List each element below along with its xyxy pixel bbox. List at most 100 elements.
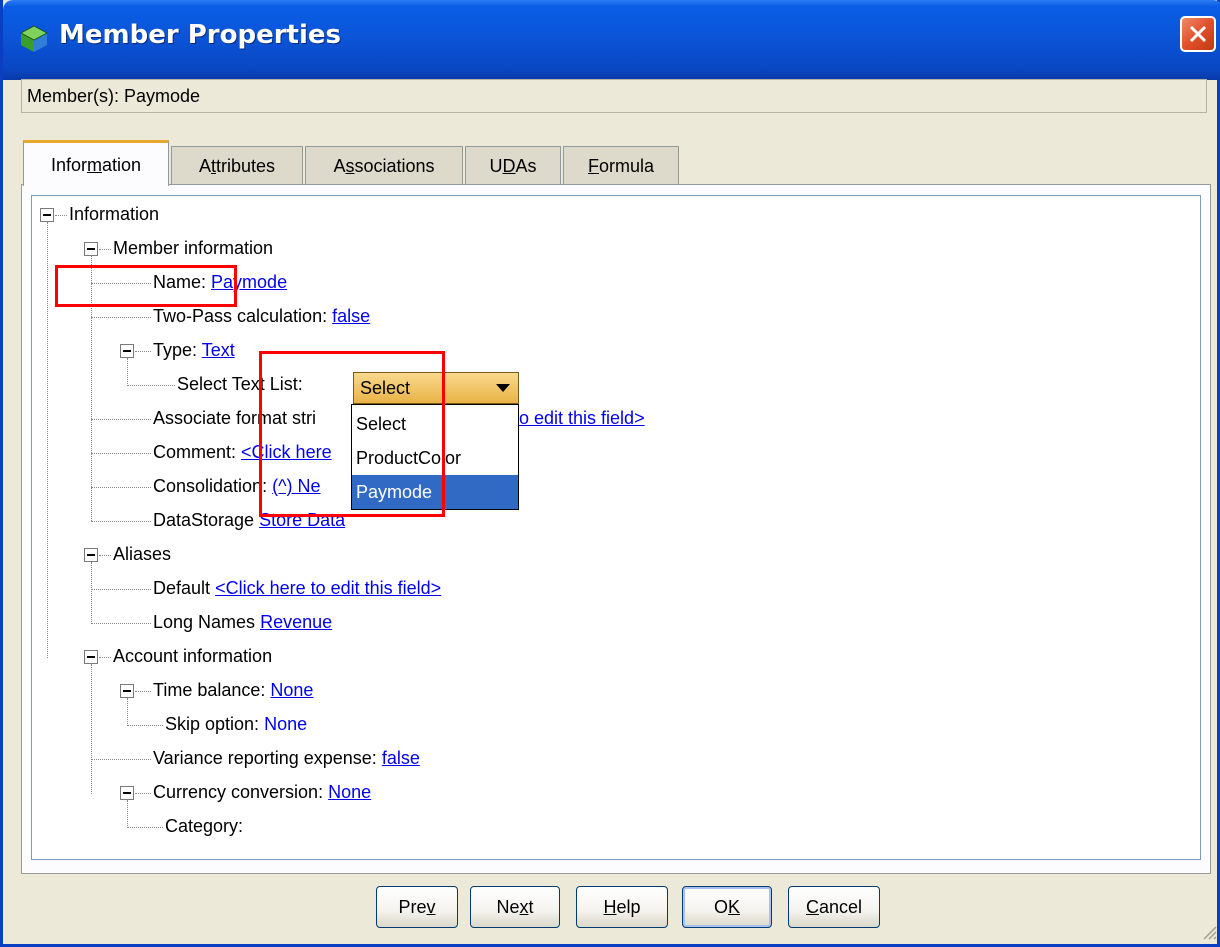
tab-text: As bbox=[515, 156, 537, 176]
property-label: Comment: bbox=[153, 442, 237, 462]
tree-connector bbox=[135, 351, 151, 352]
tab-formula[interactable]: Formula bbox=[563, 146, 679, 184]
tree-connector bbox=[91, 521, 151, 522]
member-cube-icon bbox=[20, 25, 48, 52]
button-text: Ne bbox=[496, 897, 520, 917]
associate-format-value-link[interactable]: o edit this field> bbox=[519, 408, 645, 429]
button-text: O bbox=[713, 897, 728, 917]
button-mnemonic: H bbox=[603, 897, 617, 917]
tree-connector bbox=[99, 555, 111, 556]
tree-connector bbox=[99, 249, 111, 250]
tree-connector bbox=[55, 215, 67, 216]
collapse-toggle-icon[interactable] bbox=[84, 650, 98, 664]
tree-connector bbox=[135, 793, 151, 794]
node-label: Member information bbox=[113, 238, 274, 258]
button-mnemonic: K bbox=[728, 897, 741, 917]
tree-connector bbox=[91, 419, 151, 420]
tree-node-currency-conversion: Currency conversion: None bbox=[153, 782, 371, 803]
variance-reporting-value-link[interactable]: false bbox=[382, 748, 420, 768]
tab-text: A bbox=[198, 156, 211, 176]
tree-node-time-balance: Time balance: None bbox=[153, 680, 313, 701]
tree-connector bbox=[91, 487, 151, 488]
time-balance-value-link[interactable]: None bbox=[270, 680, 313, 700]
close-x-icon bbox=[1189, 25, 1207, 43]
tree-node-aliases[interactable]: Aliases bbox=[113, 544, 171, 565]
tree-connector bbox=[91, 453, 151, 454]
tree-node-two-pass: Two-Pass calculation: false bbox=[153, 306, 370, 327]
tree-node-variance-reporting: Variance reporting expense: false bbox=[153, 748, 420, 769]
tab-text: U bbox=[489, 156, 503, 176]
button-mnemonic: v bbox=[426, 897, 436, 917]
button-mnemonic: x bbox=[519, 897, 529, 917]
tree-node-category: Category: bbox=[165, 816, 243, 837]
tree-connector bbox=[99, 657, 111, 658]
help-button[interactable]: Help bbox=[576, 886, 668, 928]
tree-connector bbox=[127, 800, 128, 828]
node-label: Aliases bbox=[113, 544, 172, 564]
ok-button[interactable]: OK bbox=[682, 886, 772, 928]
close-button[interactable] bbox=[1180, 16, 1216, 52]
tree-connector bbox=[127, 827, 163, 828]
tree-connector bbox=[91, 589, 151, 590]
tree-connector bbox=[91, 664, 92, 794]
tab-text: tributes bbox=[216, 156, 276, 176]
tree-connector bbox=[135, 691, 151, 692]
tree-node-member-information[interactable]: Member information bbox=[113, 238, 273, 259]
prev-button[interactable]: Prev bbox=[376, 886, 458, 928]
tab-text: A bbox=[333, 156, 346, 176]
tree-node-long-names: Long Names Revenue bbox=[153, 612, 332, 633]
tab-text: ormula bbox=[598, 156, 655, 176]
currency-conversion-value-link[interactable]: None bbox=[328, 782, 371, 802]
member-properties-dialog: Member Properties Member(s): Paymode Inf… bbox=[0, 0, 1220, 947]
long-names-value-link[interactable]: Revenue bbox=[260, 612, 332, 632]
tree-connector bbox=[91, 623, 151, 624]
property-label: Currency conversion: bbox=[153, 782, 324, 802]
tree-connector bbox=[91, 317, 151, 318]
type-value-link[interactable]: Text bbox=[202, 340, 235, 360]
property-label: Skip option: bbox=[165, 714, 260, 734]
tab-attributes[interactable]: Attributes bbox=[171, 146, 303, 184]
collapse-toggle-icon[interactable] bbox=[84, 548, 98, 562]
resize-grip-icon[interactable] bbox=[1199, 922, 1217, 940]
tab-mnemonic: m bbox=[86, 155, 102, 175]
property-label: Type: bbox=[153, 340, 198, 360]
tree-node-type: Type: Text bbox=[153, 340, 235, 361]
next-button[interactable]: Next bbox=[470, 886, 560, 928]
tree-connector bbox=[127, 358, 128, 386]
button-mnemonic: C bbox=[805, 897, 819, 917]
window-title: Member Properties bbox=[59, 20, 341, 50]
tree-node-account-information[interactable]: Account information bbox=[113, 646, 272, 667]
button-text: elp bbox=[616, 897, 641, 917]
collapse-toggle-icon[interactable] bbox=[120, 344, 134, 358]
tree-node-skip-option: Skip option: None bbox=[165, 714, 307, 735]
property-label: Time balance: bbox=[153, 680, 266, 700]
property-label: Category: bbox=[165, 816, 244, 836]
tree-connector bbox=[91, 562, 92, 622]
tree-node-information[interactable]: Information bbox=[69, 204, 159, 225]
tab-associations[interactable]: Associations bbox=[305, 146, 463, 184]
tree-connector bbox=[127, 698, 128, 726]
tree-node-default-alias: Default <Click here to edit this field> bbox=[153, 578, 441, 599]
default-alias-value-link[interactable]: <Click here to edit this field> bbox=[215, 578, 441, 598]
tab-information[interactable]: Information bbox=[23, 140, 169, 186]
property-label: DataStorage bbox=[153, 510, 255, 530]
dropdown-arrow-icon bbox=[496, 384, 510, 392]
collapse-toggle-icon[interactable] bbox=[120, 684, 134, 698]
title-bar[interactable]: Member Properties bbox=[3, 0, 1220, 80]
tab-udas[interactable]: UDAs bbox=[465, 146, 561, 184]
tab-mnemonic: D bbox=[502, 156, 516, 176]
collapse-toggle-icon[interactable] bbox=[120, 786, 134, 800]
collapse-toggle-icon[interactable] bbox=[84, 242, 98, 256]
cancel-button[interactable]: Cancel bbox=[788, 886, 880, 928]
property-label: Variance reporting expense: bbox=[153, 748, 377, 768]
highlight-box-name bbox=[55, 265, 237, 307]
collapse-toggle-icon[interactable] bbox=[40, 208, 54, 222]
highlight-box-dropdown bbox=[259, 351, 445, 517]
button-text: ancel bbox=[818, 897, 863, 917]
node-label: Account information bbox=[113, 646, 273, 666]
tab-mnemonic: F bbox=[587, 156, 599, 176]
tab-text: sociations bbox=[354, 156, 435, 176]
tree-connector bbox=[127, 385, 175, 386]
node-label: Information bbox=[69, 204, 160, 224]
two-pass-value-link[interactable]: false bbox=[332, 306, 370, 326]
